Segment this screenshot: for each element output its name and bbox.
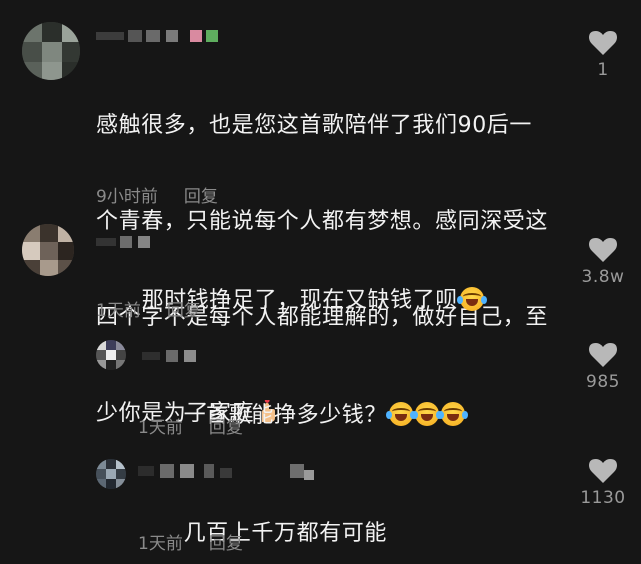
like-count: 1 <box>597 60 609 80</box>
laugh-cry-emoji <box>385 402 416 426</box>
reply-button[interactable]: 回复 <box>209 413 243 438</box>
comment-meta: 1天前 回复 <box>138 529 243 554</box>
avatar[interactable] <box>96 459 126 489</box>
laugh-cry-emoji <box>437 402 468 426</box>
heart-icon <box>589 238 617 262</box>
username-redacted[interactable] <box>142 350 212 362</box>
username-redacted[interactable] <box>138 464 318 480</box>
like-button[interactable]: 1130 <box>573 458 633 508</box>
comment-line: 个青春，只能说每个人都有梦想。感同深受这 <box>96 209 549 234</box>
like-button[interactable]: 1 <box>573 30 633 80</box>
reply-button[interactable]: 回复 <box>184 182 218 207</box>
like-count: 985 <box>586 372 620 392</box>
comment-meta: 1天前 回复 <box>96 296 201 321</box>
like-button[interactable]: 985 <box>573 342 633 392</box>
heart-icon <box>589 343 617 367</box>
heart-icon <box>589 31 617 55</box>
comment-line: 感触很多，也是您这首歌陪伴了我们90后一 <box>96 113 532 138</box>
comment-meta: 1天前 回复 <box>138 413 243 438</box>
comment-thread: 感触很多，也是您这首歌陪伴了我们90后一 个青春，只能说每个人都有梦想。感同深受… <box>0 0 641 564</box>
laugh-cry-emoji <box>456 287 487 311</box>
like-button[interactable]: 3.8w <box>573 237 633 287</box>
timestamp: 1天前 <box>96 301 141 321</box>
like-count: 1130 <box>580 488 626 508</box>
timestamp: 9小时前 <box>96 187 158 207</box>
timestamp: 1天前 <box>138 418 183 438</box>
comment-meta: 9小时前 回复 <box>96 182 218 207</box>
heart-icon <box>589 459 617 483</box>
avatar[interactable] <box>22 22 80 80</box>
timestamp: 1天前 <box>138 534 183 554</box>
laugh-cry-emoji <box>411 402 442 426</box>
username-redacted[interactable] <box>96 30 226 42</box>
reply-button[interactable]: 回复 <box>209 529 243 554</box>
avatar[interactable] <box>96 340 126 370</box>
reply-button[interactable]: 回复 <box>167 296 201 321</box>
avatar[interactable] <box>22 224 74 276</box>
like-count: 3.8w <box>581 267 625 287</box>
username-redacted[interactable] <box>96 236 166 248</box>
